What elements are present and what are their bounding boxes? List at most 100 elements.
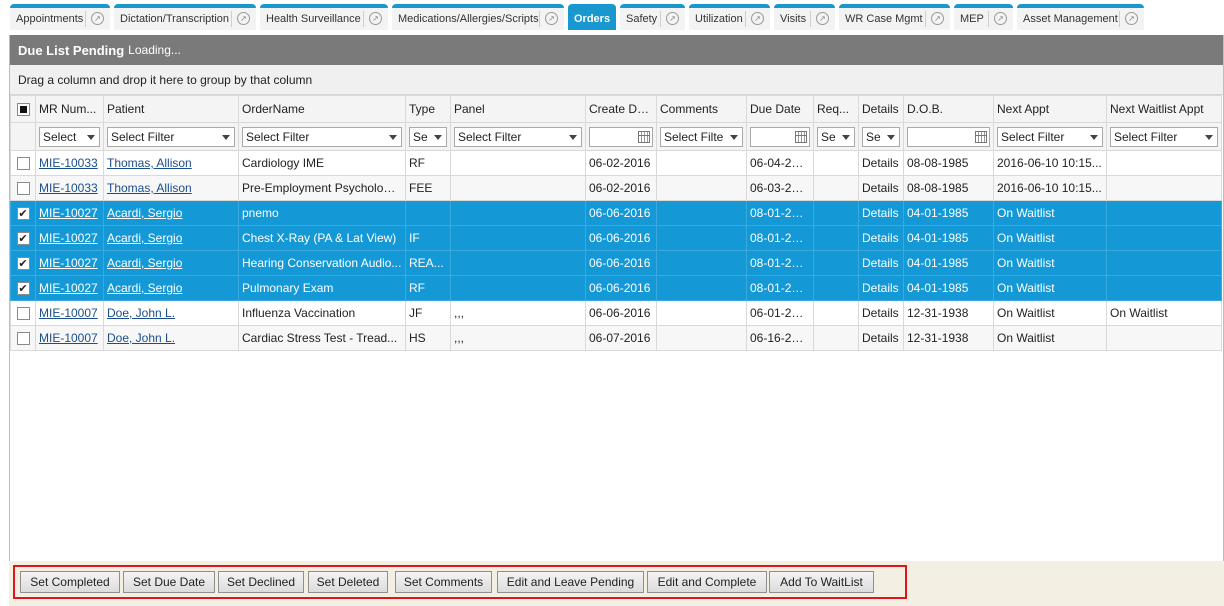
- select-all-checkbox[interactable]: [16, 103, 30, 117]
- table-row[interactable]: MIE-10007 Doe, John L. Influenza Vaccinati…: [10, 300, 1222, 326]
- next-appt-filter[interactable]: Select Filter: [997, 126, 1103, 147]
- column-header-type[interactable]: Type: [405, 95, 451, 123]
- mr-number-link[interactable]: MIE-10007: [39, 306, 98, 320]
- row-checkbox[interactable]: [16, 182, 30, 196]
- tab-wr-case-mgmt[interactable]: WR Case Mgmt ↗: [839, 4, 950, 30]
- row-checkbox[interactable]: [16, 157, 30, 171]
- mr-number-link[interactable]: MIE-10033: [39, 181, 98, 195]
- row-checkbox[interactable]: ✔: [16, 257, 30, 271]
- set-declined-button[interactable]: Set Declined: [218, 571, 304, 593]
- mr-number-link[interactable]: MIE-10027: [39, 206, 98, 220]
- patient-link[interactable]: Acardi, Sergio: [107, 281, 182, 295]
- column-header-next-appt[interactable]: Next Appt: [993, 95, 1107, 123]
- column-header-details[interactable]: Details: [858, 95, 904, 123]
- table-row[interactable]: ✔ MIE-10027 Acardi, Sergio Hearing Conserva…: [10, 250, 1222, 276]
- patient-link[interactable]: Doe, John L.: [107, 306, 175, 320]
- details-cell[interactable]: Details: [858, 150, 904, 176]
- patient-link[interactable]: Thomas, Allison: [107, 156, 192, 170]
- set-deleted-button[interactable]: Set Deleted: [308, 571, 388, 593]
- popout-icon[interactable]: ↗: [816, 12, 829, 25]
- patient-link[interactable]: Acardi, Sergio: [107, 231, 182, 245]
- column-header-patient[interactable]: Patient: [103, 95, 239, 123]
- tab-asset-management[interactable]: Asset Management ↗: [1017, 4, 1144, 30]
- comments-filter[interactable]: Select Filte: [660, 126, 743, 147]
- edit-and-leave-pending-button[interactable]: Edit and Leave Pending: [497, 571, 644, 593]
- popout-icon[interactable]: ↗: [1125, 12, 1138, 25]
- order-name-filter[interactable]: Select Filter: [242, 126, 402, 147]
- table-row[interactable]: ✔ MIE-10027 Acardi, Sergio Chest X-Ray (PA …: [10, 225, 1222, 251]
- row-checkbox[interactable]: [16, 332, 30, 346]
- column-header-next-waitlist-appt[interactable]: Next Waitlist Appt: [1106, 95, 1222, 123]
- calendar-icon[interactable]: [795, 130, 807, 143]
- column-header-comments[interactable]: Comments: [656, 95, 747, 123]
- set-comments-button[interactable]: Set Comments: [395, 571, 492, 593]
- details-cell[interactable]: Details: [858, 275, 904, 301]
- tab-safety[interactable]: Safety ↗: [620, 4, 685, 30]
- table-row[interactable]: ✔ MIE-10027 Acardi, Sergio Pulmonary Exam RF…: [10, 275, 1222, 301]
- dob-filter[interactable]: [907, 126, 990, 147]
- next-waitlist-filter[interactable]: Select Filter: [1110, 126, 1218, 147]
- row-checkbox[interactable]: ✔: [16, 232, 30, 246]
- mr-number-link[interactable]: MIE-10033: [39, 156, 98, 170]
- details-cell[interactable]: Details: [858, 200, 904, 226]
- popout-icon[interactable]: ↗: [931, 12, 944, 25]
- mr-number-link[interactable]: MIE-10027: [39, 256, 98, 270]
- table-row[interactable]: ✔ MIE-10027 Acardi, Sergio pnemo 06-06-2016 0…: [10, 200, 1222, 226]
- popout-icon[interactable]: ↗: [666, 12, 679, 25]
- row-checkbox[interactable]: ✔: [16, 207, 30, 221]
- tab-visits[interactable]: Visits ↗: [774, 4, 835, 30]
- details-cell[interactable]: Details: [858, 225, 904, 251]
- column-header-create-date[interactable]: Create Date: [585, 95, 657, 123]
- patient-link[interactable]: Acardi, Sergio: [107, 256, 182, 270]
- add-to-waitlist-button[interactable]: Add To WaitList: [769, 571, 874, 593]
- tab-dictation-transcription[interactable]: Dictation/Transcription ↗: [114, 4, 256, 30]
- tab-appointments[interactable]: Appointments ↗: [10, 4, 110, 30]
- type-filter[interactable]: Se: [409, 126, 447, 147]
- tab-health-surveillance[interactable]: Health Surveillance ↗: [260, 4, 388, 30]
- calendar-icon[interactable]: [638, 130, 650, 143]
- mr-number-filter[interactable]: Select: [39, 126, 100, 147]
- table-row[interactable]: MIE-10033 Thomas, Allison Pre-Employment P…: [10, 175, 1222, 201]
- tab-orders[interactable]: Orders: [568, 4, 616, 30]
- group-by-drop-zone[interactable]: Drag a column and drop it here to group …: [10, 65, 1223, 95]
- patient-link[interactable]: Doe, John L.: [107, 331, 175, 345]
- column-header-required[interactable]: Req...: [813, 95, 859, 123]
- row-checkbox[interactable]: ✔: [16, 282, 30, 296]
- column-header-dob[interactable]: D.O.B.: [903, 95, 994, 123]
- mr-number-link[interactable]: MIE-10027: [39, 231, 98, 245]
- row-checkbox[interactable]: [16, 307, 30, 321]
- column-header-mr-number[interactable]: MR Num...: [35, 95, 104, 123]
- popout-icon[interactable]: ↗: [545, 12, 558, 25]
- panel-filter[interactable]: Select Filter: [454, 126, 582, 147]
- column-header-order-name[interactable]: OrderName: [238, 95, 406, 123]
- required-filter[interactable]: Se: [817, 126, 855, 147]
- set-completed-button[interactable]: Set Completed: [20, 571, 120, 593]
- table-row[interactable]: MIE-10033 Thomas, Allison Cardiology IME RF…: [10, 150, 1222, 176]
- due-date-filter[interactable]: [750, 126, 810, 147]
- tab-utilization[interactable]: Utilization ↗: [689, 4, 770, 30]
- details-cell[interactable]: Details: [858, 175, 904, 201]
- patient-link[interactable]: Acardi, Sergio: [107, 206, 182, 220]
- popout-icon[interactable]: ↗: [91, 12, 104, 25]
- details-cell[interactable]: Details: [858, 325, 904, 351]
- edit-and-complete-button[interactable]: Edit and Complete: [647, 571, 767, 593]
- tab-mep[interactable]: MEP ↗: [954, 4, 1013, 30]
- set-due-date-button[interactable]: Set Due Date: [123, 571, 215, 593]
- mr-number-link[interactable]: MIE-10027: [39, 281, 98, 295]
- table-row[interactable]: MIE-10007 Doe, John L. Cardiac Stress Test…: [10, 325, 1222, 351]
- details-cell[interactable]: Details: [858, 250, 904, 276]
- popout-icon[interactable]: ↗: [369, 12, 382, 25]
- column-header-panel[interactable]: Panel: [450, 95, 586, 123]
- calendar-icon[interactable]: [975, 130, 987, 143]
- mr-number-link[interactable]: MIE-10007: [39, 331, 98, 345]
- details-cell[interactable]: Details: [858, 300, 904, 326]
- patient-filter[interactable]: Select Filter: [107, 126, 235, 147]
- popout-icon[interactable]: ↗: [994, 12, 1007, 25]
- tab-medications-allergies-scripts[interactable]: Medications/Allergies/Scripts ↗: [392, 4, 564, 30]
- create-date-filter[interactable]: [589, 126, 653, 147]
- popout-icon[interactable]: ↗: [751, 12, 764, 25]
- column-header-due-date[interactable]: Due Date: [746, 95, 814, 123]
- patient-link[interactable]: Thomas, Allison: [107, 181, 192, 195]
- details-filter[interactable]: Se: [862, 126, 900, 147]
- popout-icon[interactable]: ↗: [237, 12, 250, 25]
